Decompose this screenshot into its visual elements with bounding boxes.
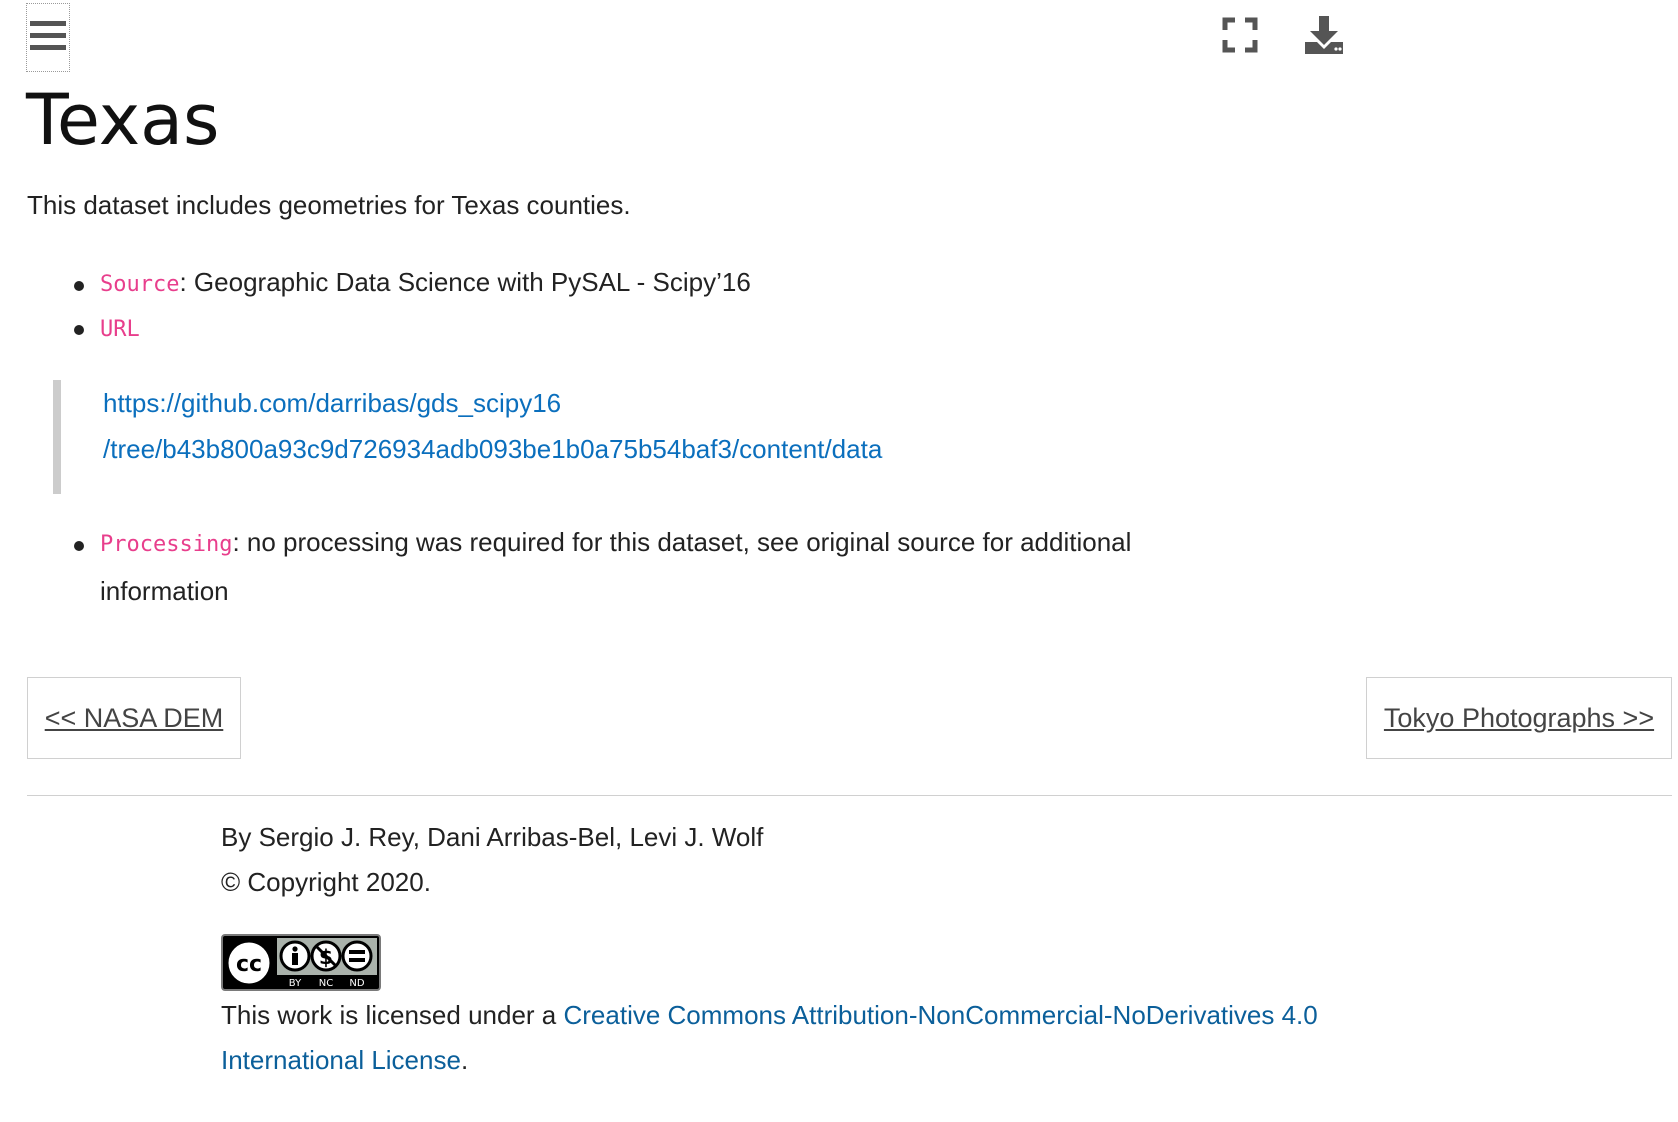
list-bullet bbox=[74, 281, 84, 291]
source-code-label: Source bbox=[100, 272, 180, 297]
source-text: : Geographic Data Science with PySAL - S… bbox=[179, 267, 751, 297]
nd-icon bbox=[341, 940, 373, 972]
footer: By Sergio J. Rey, Dani Arribas-Bel, Levi… bbox=[221, 815, 763, 905]
license-prefix: This work is licensed under a bbox=[221, 1000, 564, 1030]
processing-text-cont: information bbox=[100, 576, 229, 606]
dataset-description: This dataset includes geometries for Tex… bbox=[27, 190, 631, 220]
footer-divider bbox=[27, 795, 1672, 796]
url-code-label: URL bbox=[100, 317, 140, 342]
list-bullet bbox=[74, 325, 84, 335]
processing-code-label: Processing bbox=[100, 532, 233, 557]
menu-bar bbox=[30, 45, 66, 50]
list-bullet bbox=[74, 541, 84, 551]
copyright: © Copyright 2020. bbox=[221, 867, 431, 897]
dataset-url-link-line1[interactable]: https://github.com/darribas/gds_scipy16 bbox=[103, 380, 1103, 426]
authors: By Sergio J. Rey, Dani Arribas-Bel, Levi… bbox=[221, 822, 764, 852]
top-toolbar bbox=[0, 0, 1678, 80]
license-link[interactable]: Creative Commons Attribution-NonCommerci… bbox=[563, 1000, 1317, 1030]
hamburger-menu-icon[interactable] bbox=[26, 3, 70, 72]
fullscreen-icon[interactable] bbox=[1222, 17, 1258, 53]
by-label: BY bbox=[289, 978, 302, 989]
url-blockquote: https://github.com/darribas/gds_scipy16 … bbox=[53, 380, 1103, 494]
license-link-cont[interactable]: International License bbox=[221, 1045, 461, 1075]
prev-page-button[interactable]: << NASA DEM bbox=[27, 677, 241, 759]
dataset-url-link-line2[interactable]: /tree/b43b800a93c9d726934adb093be1b0a75b… bbox=[103, 426, 1103, 472]
license-text: This work is licensed under a Creative C… bbox=[221, 993, 1421, 1083]
menu-bar bbox=[30, 33, 66, 38]
download-icon[interactable] bbox=[1303, 14, 1345, 56]
cc-license-badge[interactable]: cc $ BY NC ND bbox=[221, 934, 381, 991]
nc-label: NC bbox=[319, 978, 333, 989]
processing-text: : no processing was required for this da… bbox=[232, 527, 1132, 557]
cc-mark: cc bbox=[236, 952, 262, 977]
license-suffix: . bbox=[460, 1045, 469, 1075]
list-item-source: Source: Geographic Data Science with PyS… bbox=[100, 259, 751, 308]
list-item-url: URL bbox=[100, 304, 140, 353]
menu-bar bbox=[30, 21, 66, 26]
next-page-button[interactable]: Tokyo Photographs >> bbox=[1366, 677, 1672, 759]
nd-label: ND bbox=[349, 978, 364, 989]
page-title: Texas bbox=[26, 79, 220, 161]
list-item-processing: Processing: no processing was required f… bbox=[100, 519, 1200, 614]
